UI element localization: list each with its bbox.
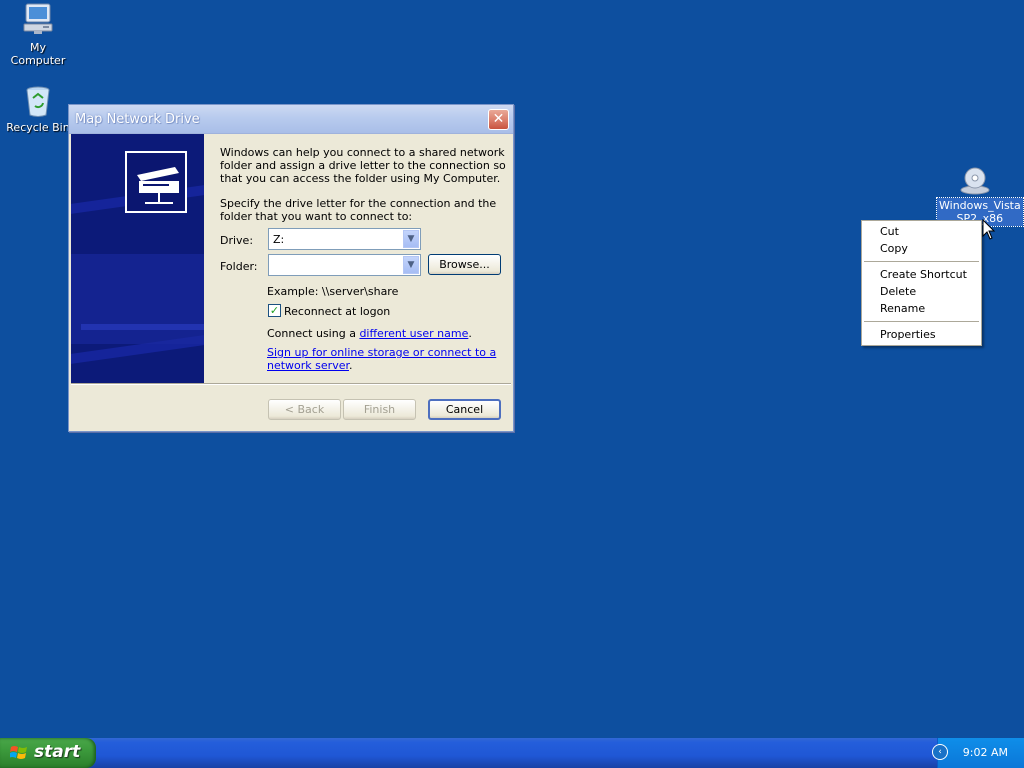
banner-decoration [81,324,204,370]
dialog-divider [71,383,511,385]
tray-chevron-icon[interactable]: ‹ [932,744,948,760]
desktop-icon-label: My Computer [10,41,66,67]
finish-button[interactable]: Finish [343,399,416,420]
clock[interactable]: 9:02 AM [963,746,1008,759]
signup-link-line1: Sign up for online storage or connect to… [267,346,497,359]
desktop-icon-recycle-bin[interactable]: Recycle Bin [0,84,76,135]
close-icon: ✕ [492,111,505,127]
signup-link-line2: network server [267,359,349,372]
cd-label-line1: Windows_Vista [939,199,1021,212]
desktop-icon-my-computer[interactable]: My Computer [0,2,76,68]
specify-text: Specify the drive letter for the connect… [220,197,497,223]
map-network-drive-dialog: Map Network Drive ✕ Windows can help you… [68,104,514,432]
back-button[interactable]: < Back [268,399,341,420]
taskbar: start ‹ 9:02 AM [0,738,1024,768]
dialog-title: Map Network Drive [75,112,200,127]
reconnect-checkbox[interactable]: ✓ [268,304,281,317]
start-label: start [34,742,81,762]
chevron-down-icon[interactable]: ▼ [403,230,419,248]
wizard-banner [71,134,204,383]
system-tray: ‹ 9:02 AM [932,738,1024,768]
different-user-name-link[interactable]: different user name [359,327,468,340]
close-button[interactable]: ✕ [488,109,509,130]
my-computer-icon [23,3,53,34]
connect-using-text: Connect using a different user name. [267,327,472,340]
connect-using-suffix: . [468,327,472,340]
desktop-icon-windows-vista-cd[interactable]: Windows_Vista SP2_x86 [936,166,1024,227]
intro-text: Windows can help you connect to a shared… [220,146,506,185]
connect-using-prefix: Connect using a [267,327,360,340]
checkmark-icon: ✓ [269,304,280,317]
drive-value: Z: [273,233,285,246]
context-menu: Cut Copy Create Shortcut Delete Rename P… [861,220,982,346]
menu-separator [864,321,979,322]
menu-item-properties[interactable]: Properties [880,328,936,341]
folder-label: Folder: [220,260,258,273]
menu-separator [864,261,979,262]
mouse-cursor-icon [982,219,996,240]
desktop: My Computer Recycle Bin Windows_Vista SP2… [0,0,1024,738]
chevron-down-icon[interactable]: ▼ [403,256,419,274]
network-drive-icon [125,151,187,213]
menu-item-cut[interactable]: Cut [880,225,899,238]
signup-suffix: . [348,359,353,372]
drive-select[interactable]: Z: ▼ [268,228,421,250]
signup-link[interactable]: Sign up for online storage or connect to… [267,346,496,372]
dialog-titlebar[interactable]: Map Network Drive ✕ [69,105,513,134]
windows-flag-icon [10,746,27,759]
menu-item-delete[interactable]: Delete [880,285,916,298]
cancel-button[interactable]: Cancel [428,399,501,420]
folder-input[interactable]: ▼ [268,254,421,276]
menu-item-create-shortcut[interactable]: Create Shortcut [880,268,967,281]
drive-label: Drive: [220,234,254,247]
reconnect-label[interactable]: Reconnect at logon [284,305,390,318]
recycle-bin-icon [26,86,50,117]
menu-item-copy[interactable]: Copy [880,242,908,255]
browse-button[interactable]: Browse... [428,254,501,275]
cd-drive-icon [960,167,990,195]
desktop-icon-label: Recycle Bin [6,121,70,134]
example-text: Example: \\server\share [267,285,399,298]
menu-item-rename[interactable]: Rename [880,302,925,315]
signup-text: Sign up for online storage or connect to… [267,346,496,372]
start-button[interactable]: start [0,738,96,768]
